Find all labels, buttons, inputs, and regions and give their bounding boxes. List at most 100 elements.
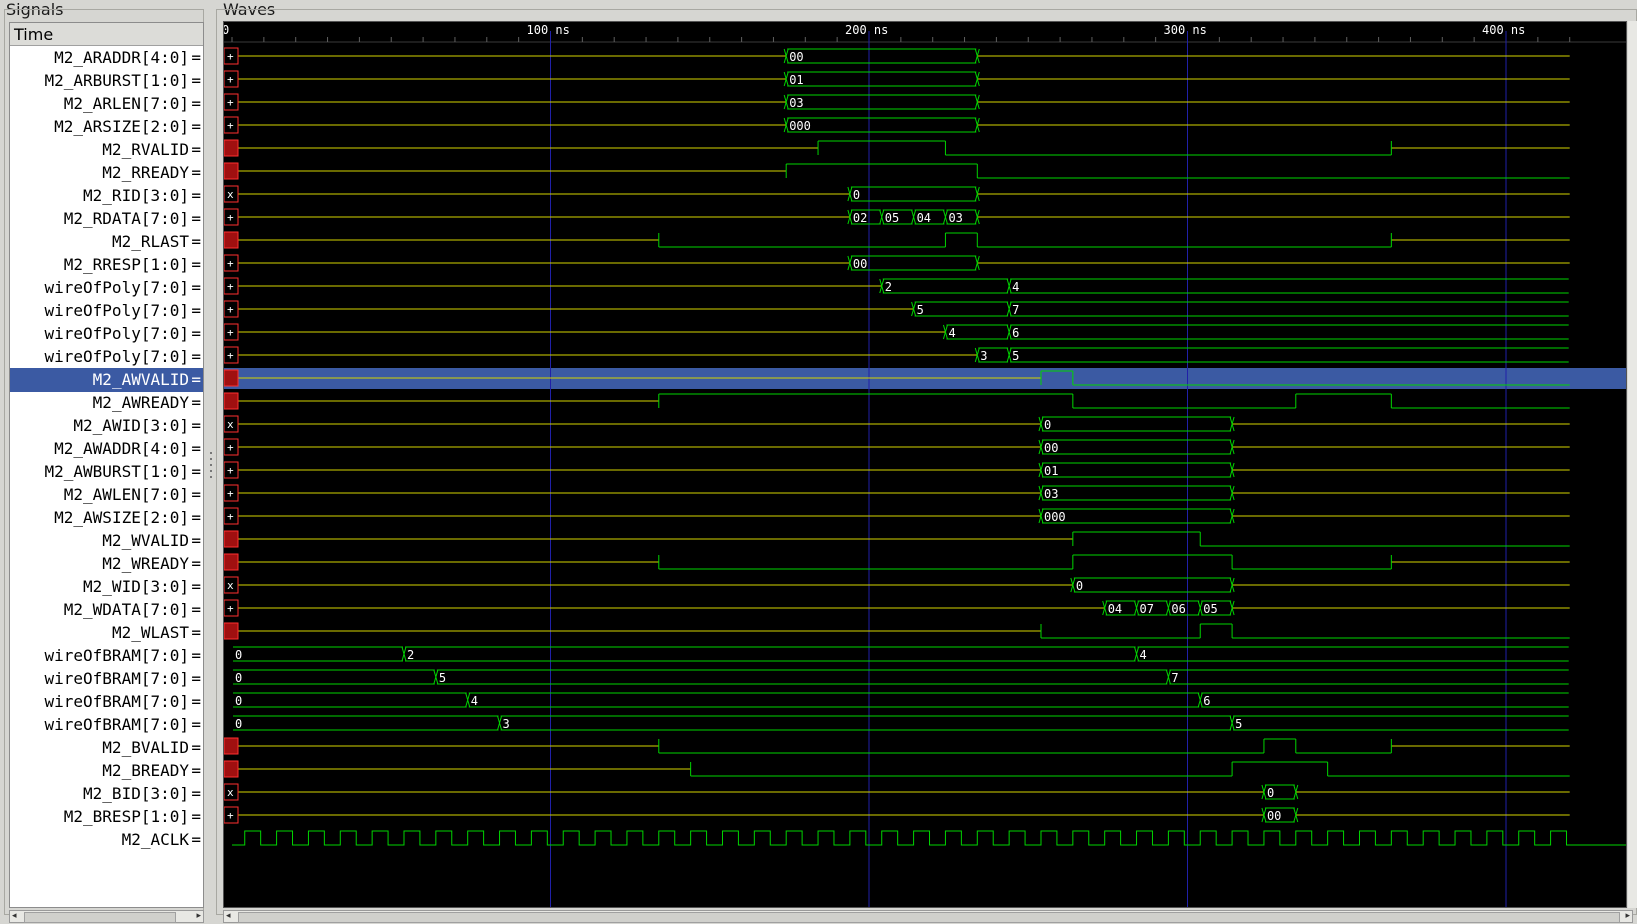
time-tick-label: 300 ns [1164, 23, 1207, 37]
bus-value-label: 01 [789, 73, 803, 87]
bus-value-label: 5 [1012, 349, 1019, 363]
bus-value-label: 01 [1044, 464, 1058, 478]
signal-row[interactable]: M2_RRESP[1:0] = [10, 253, 203, 277]
signal-row[interactable]: M2_BVALID = [10, 736, 203, 760]
signal-name: M2_BRESP[1:0] [63, 807, 189, 826]
signal-value-separator: = [191, 761, 201, 780]
signal-row[interactable]: M2_ARLEN[7:0] = [10, 92, 203, 116]
value-marker-text: + [227, 326, 234, 339]
signal-row[interactable]: wireOfPoly[7:0] = [10, 345, 203, 369]
time-tick-label: 100 ns [527, 23, 570, 37]
signal-row[interactable]: M2_AWLEN[7:0] = [10, 483, 203, 507]
signal-name: M2_WDATA[7:0] [63, 600, 189, 619]
signal-value-separator: = [191, 646, 201, 665]
signal-value-separator: = [191, 163, 201, 182]
bus-value-label: 04 [917, 211, 931, 225]
signal-row[interactable]: M2_AWADDR[4:0] = [10, 437, 203, 461]
signal-row[interactable]: wireOfBRAM[7:0] = [10, 667, 203, 691]
signal-row[interactable]: M2_ACLK = [10, 828, 203, 852]
signal-row[interactable]: M2_WLAST = [10, 621, 203, 645]
bus-value-label: 00 [789, 50, 803, 64]
bus-value-label: 03 [1044, 487, 1058, 501]
value-marker-icon [224, 139, 239, 157]
signal-name: wireOfPoly[7:0] [44, 347, 190, 366]
bus-transition [942, 209, 948, 225]
signal-name: M2_RRESP[1:0] [63, 255, 189, 274]
bus-transition [1197, 692, 1203, 708]
signal-row[interactable]: M2_ARSIZE[2:0] = [10, 115, 203, 139]
signal-row[interactable]: wireOfBRAM[7:0] = [10, 644, 203, 668]
waveform-canvas[interactable]: 100 ns200 ns300 ns400 ns000+01+03+000+0x… [223, 21, 1627, 908]
signal-row[interactable]: M2_RLAST = [10, 230, 203, 254]
scroll-left-arrow-icon[interactable]: ◂ [226, 911, 231, 921]
signal-name: M2_WREADY [102, 554, 189, 573]
bus-value-label: 00 [853, 257, 867, 271]
scroll-left-arrow-icon[interactable]: ◂ [12, 911, 17, 921]
signal-name: wireOfBRAM[7:0] [44, 646, 190, 665]
waves-vertical-scrollbar[interactable] [1628, 21, 1637, 908]
pane-splitter-handle[interactable] [208, 450, 214, 490]
signal-name: M2_AWREADY [92, 393, 189, 412]
value-marker-icon [224, 553, 239, 571]
signal-row[interactable]: wireOfPoly[7:0] = [10, 299, 203, 323]
signals-list[interactable]: Time M2_ARADDR[4:0] = M2_ARBURST[1:0] = M2_A… [9, 22, 204, 908]
signal-row[interactable]: M2_RREADY = [10, 161, 203, 185]
signal-value-separator: = [191, 830, 201, 849]
time-column-header[interactable]: Time [10, 23, 203, 46]
signal-row[interactable]: wireOfPoly[7:0] = [10, 322, 203, 346]
signal-value-separator: = [191, 301, 201, 320]
scrollbar-thumb[interactable] [238, 912, 1620, 923]
signal-name: M2_AWSIZE[2:0] [54, 508, 189, 527]
signal-row[interactable]: M2_AWSIZE[2:0] = [10, 506, 203, 530]
value-marker-text: + [227, 96, 234, 109]
signal-row[interactable]: M2_BREADY = [10, 759, 203, 783]
signal-row[interactable]: M2_WDATA[7:0] = [10, 598, 203, 622]
signal-row[interactable]: M2_RVALID = [10, 138, 203, 162]
signal-name: M2_ARBURST[1:0] [44, 71, 190, 90]
bus-value-label: 2 [407, 648, 414, 662]
signal-name: M2_WLAST [111, 623, 189, 642]
value-marker-text: + [227, 487, 234, 500]
bus-value-label: 4 [471, 694, 478, 708]
scroll-right-arrow-icon[interactable]: ▸ [196, 911, 201, 921]
signal-row[interactable]: M2_RID[3:0] = [10, 184, 203, 208]
bus-value-label: 03 [948, 211, 962, 225]
waves-horizontal-scrollbar[interactable]: ◂ ▸ [223, 910, 1633, 923]
signal-row[interactable]: M2_WID[3:0] = [10, 575, 203, 599]
signal-value-separator: = [191, 255, 201, 274]
value-marker-text: + [227, 119, 234, 132]
bus-transition [1134, 600, 1140, 616]
bus-value-label: 05 [885, 211, 899, 225]
time-tick-label: 200 ns [845, 23, 888, 37]
signal-row[interactable]: M2_AWBURST[1:0] = [10, 460, 203, 484]
signal-name: M2_AWID[3:0] [73, 416, 189, 435]
scrollbar-thumb[interactable] [24, 912, 176, 923]
signal-row[interactable]: M2_WREADY = [10, 552, 203, 576]
value-marker-text: + [227, 602, 234, 615]
signal-row[interactable]: wireOfBRAM[7:0] = [10, 690, 203, 714]
signal-value-separator: = [191, 531, 201, 550]
signal-value-separator: = [191, 370, 201, 389]
signal-row[interactable]: M2_RDATA[7:0] = [10, 207, 203, 231]
signal-row[interactable]: M2_BID[3:0] = [10, 782, 203, 806]
signal-row[interactable]: wireOfPoly[7:0] = [10, 276, 203, 300]
bus-transition [1006, 347, 1012, 363]
value-marker-text: + [227, 257, 234, 270]
bus-value-label: 2 [885, 280, 892, 294]
signal-row[interactable]: M2_ARBURST[1:0] = [10, 69, 203, 93]
bus-value-label: 7 [1012, 303, 1019, 317]
signal-row[interactable]: M2_AWID[3:0] = [10, 414, 203, 438]
signal-name: M2_RREADY [102, 163, 189, 182]
signal-row[interactable]: M2_BRESP[1:0] = [10, 805, 203, 829]
bus-value-label: 03 [789, 96, 803, 110]
signal-name: wireOfBRAM[7:0] [44, 692, 190, 711]
signals-horizontal-scrollbar[interactable]: ◂ ▸ [9, 910, 204, 923]
signal-row[interactable]: M2_WVALID = [10, 529, 203, 553]
signal-row[interactable]: M2_AWVALID = [10, 368, 203, 392]
signal-row[interactable]: wireOfBRAM[7:0] = [10, 713, 203, 737]
signal-row[interactable]: M2_ARADDR[4:0] = [10, 46, 203, 70]
signal-row[interactable]: M2_AWREADY = [10, 391, 203, 415]
signal-value-separator: = [191, 393, 201, 412]
signal-value-separator: = [191, 623, 201, 642]
scroll-right-arrow-icon[interactable]: ▸ [1625, 911, 1630, 921]
